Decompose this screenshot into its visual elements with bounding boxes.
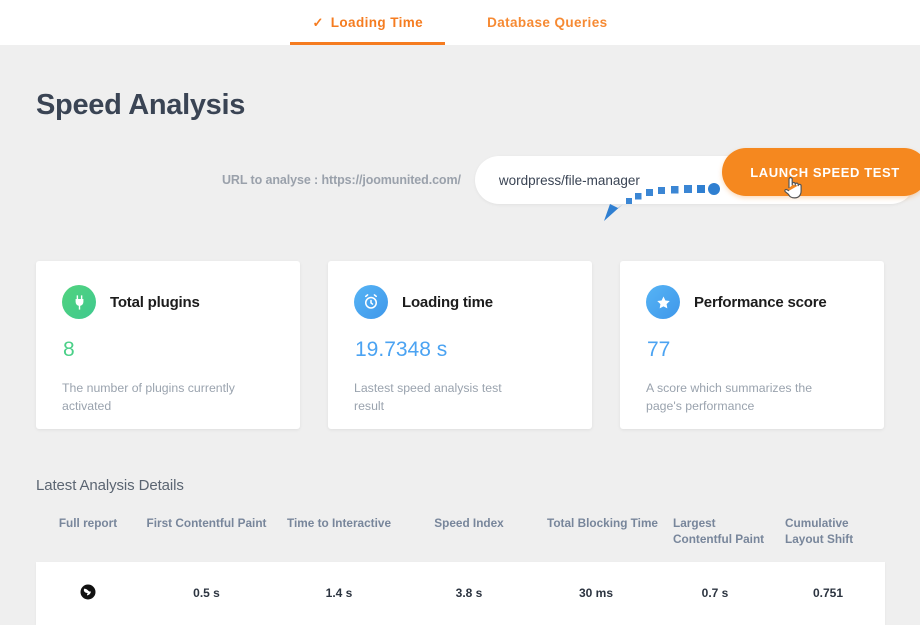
card-description: Lastest speed analysis test result [354, 381, 502, 413]
table-row: 0.5 s 1.4 s 3.8 s 30 ms 0.7 s 0.751 [36, 561, 885, 625]
card-description: A score which summarizes the page's perf… [646, 381, 813, 413]
tab-database-queries-label: Database Queries [487, 15, 608, 30]
card-value: 19.7348 s [355, 338, 448, 361]
tab-database-queries[interactable]: Database Queries [465, 0, 629, 45]
card-description: The number of plugins currently activate… [62, 381, 235, 413]
card-loading-time: Loading time 19.7348 s Lastest speed ana… [328, 261, 592, 429]
card-title: Total plugins [110, 293, 200, 311]
card-performance-score: Performance score 77 A score which summa… [620, 261, 884, 429]
card-title: Loading time [402, 293, 493, 311]
cell-speed-index: 3.8 s [455, 586, 483, 601]
plug-icon [62, 285, 96, 319]
url-label: URL to analyse : https://joomunited.com/ [222, 173, 461, 187]
stat-cards: Total plugins 8 The number of plugins cu… [36, 261, 884, 429]
card-value: 77 [647, 338, 671, 361]
cell-total-blocking-time: 30 ms [578, 586, 614, 601]
card-title: Performance score [694, 293, 827, 311]
tab-loading-time-label: Loading Time [330, 15, 424, 30]
cell-first-contentful-paint: 0.5 s [193, 586, 220, 601]
cell-full-report[interactable] [36, 583, 140, 604]
card-total-plugins: Total plugins 8 The number of plugins cu… [36, 261, 300, 429]
column-header-time-to-interactive: Time to Interactive [286, 516, 392, 530]
url-analysis-form: URL to analyse : https://joomunited.com/… [36, 148, 920, 204]
launch-speed-test-button[interactable]: LAUNCH SPEED TEST [722, 148, 920, 196]
card-header: Total plugins [62, 285, 274, 319]
check-icon: ✓ [312, 14, 324, 30]
column-header-largest-contentful-paint: Largest Contentful Paint [673, 516, 765, 546]
cell-cumulative-layout-shift: 0.751 [812, 586, 844, 601]
cell-largest-contentful-paint: 0.7 s [701, 586, 729, 601]
tab-loading-time[interactable]: ✓ Loading Time [290, 0, 445, 45]
card-header: Loading time [354, 285, 566, 319]
card-value: 8 [63, 338, 75, 361]
url-field-wrapper: LAUNCH SPEED TEST [474, 148, 920, 204]
page-title: Speed Analysis [36, 89, 246, 121]
globe-icon[interactable] [79, 583, 97, 604]
column-header-first-contentful-paint: First Contentful Paint [146, 516, 267, 530]
alarm-clock-icon [354, 285, 388, 319]
star-icon [646, 285, 680, 319]
column-header-total-blocking-time: Total Blocking Time [547, 516, 658, 530]
column-header-speed-index: Speed Index [434, 516, 504, 530]
top-tab-bar: ✓ Loading Time Database Queries [0, 0, 920, 45]
analysis-details-table: Full report First Contentful Paint Time … [36, 516, 885, 625]
table-header-row: Full report First Contentful Paint Time … [36, 516, 885, 562]
cell-time-to-interactive: 1.4 s [325, 586, 353, 601]
section-title-latest-analysis: Latest Analysis Details [36, 477, 184, 494]
column-header-cumulative-layout-shift: Cumulative Layout Shift [785, 516, 854, 546]
card-header: Performance score [646, 285, 858, 319]
column-header-full-report: Full report [58, 516, 118, 530]
page-body: Speed Analysis URL to analyse : https://… [0, 89, 920, 625]
